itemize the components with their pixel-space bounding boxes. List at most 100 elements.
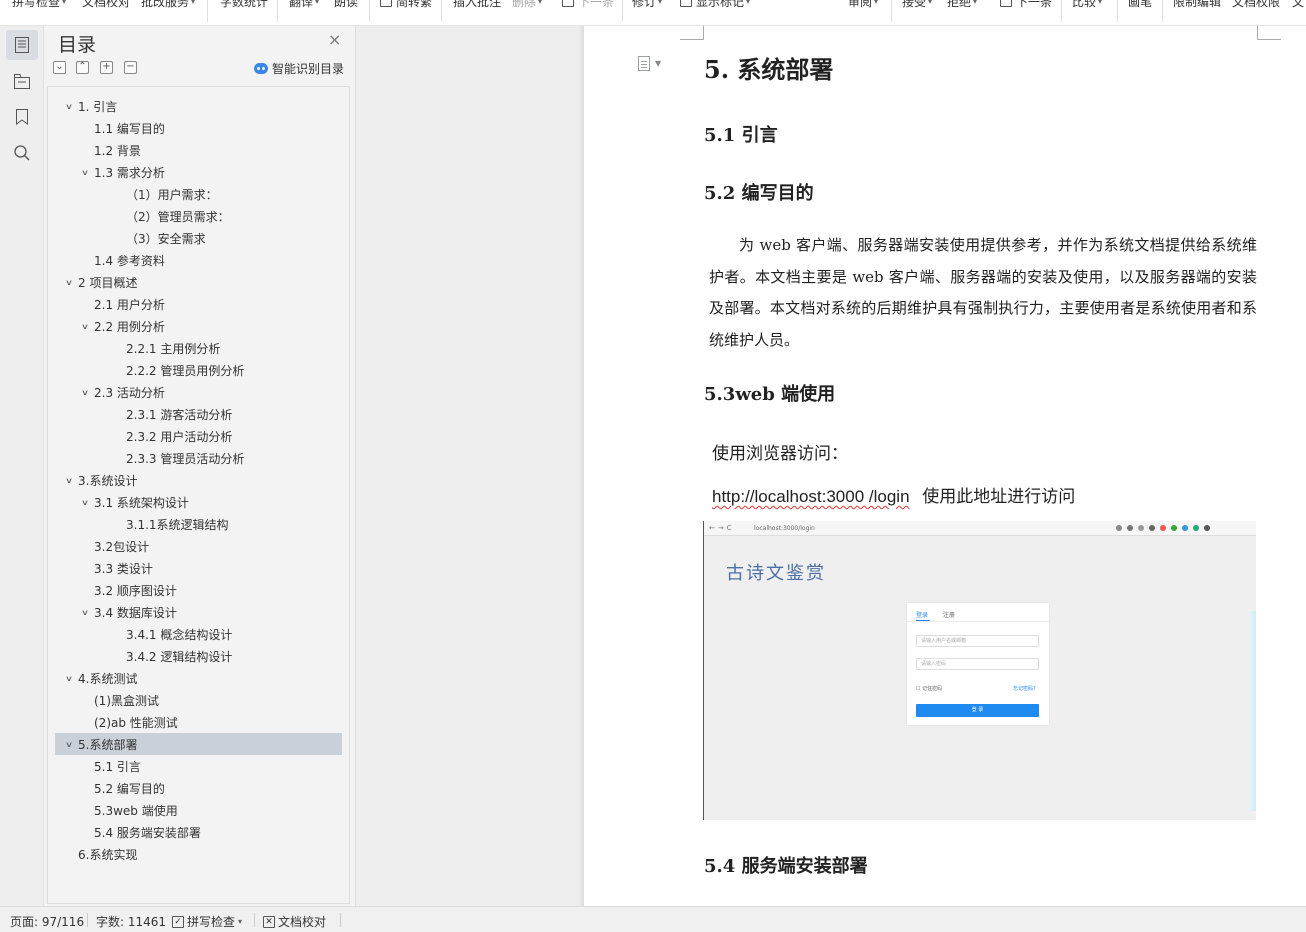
toolbar-button-7[interactable]: 插入批注 xyxy=(453,0,501,10)
toolbar-button-10[interactable]: 修订 ▾ xyxy=(632,0,662,10)
paragraph-menu-icon[interactable] xyxy=(638,56,650,71)
toc-item[interactable]: 3.3 类设计 xyxy=(48,557,349,579)
toolbar-button-label: 批改服务 xyxy=(141,0,190,9)
toolbar-button-11[interactable]: 显示标记 ▾ xyxy=(680,0,750,10)
chevron-down-icon[interactable]: ∨ xyxy=(62,277,76,286)
toc-item[interactable]: ∨ 5.系统部署 xyxy=(55,733,342,755)
toc-item[interactable]: 1.2 背景 xyxy=(48,139,349,161)
toc-item[interactable]: 3.1.1系统逻辑结构 xyxy=(48,513,349,535)
toc-item[interactable]: （2）管理员需求： xyxy=(48,205,349,227)
toc-item-label: (2)ab 性能测试 xyxy=(94,715,178,730)
toc-item[interactable]: 2.3.3 管理员活动分析 xyxy=(48,447,349,469)
toolbar-divider xyxy=(1117,0,1118,22)
toc-item[interactable]: (2)ab 性能测试 xyxy=(48,711,349,733)
toc-item[interactable]: ∨ 3.1 系统架构设计 xyxy=(48,491,349,513)
chevron-down-icon[interactable]: ∨ xyxy=(62,673,76,682)
toolbar-button-label: 朗读 xyxy=(334,0,359,9)
toolbar-button-13[interactable]: 接受 ▾ xyxy=(902,0,932,10)
expand-down-icon[interactable]: ⌄ xyxy=(53,61,66,74)
document-page[interactable]: ▼ 5. 系统部署 5.1 引言 5.2 编写目的 为 web 客户端、服务器端… xyxy=(584,26,1306,906)
toc-item[interactable]: （1）用户需求： xyxy=(48,183,349,205)
chevron-down-icon[interactable]: ▼ xyxy=(655,59,661,68)
toolbar-button-label: 审阅 xyxy=(848,0,873,9)
toc-item[interactable]: 2.3.1 游客活动分析 xyxy=(48,403,349,425)
toc-item[interactable]: 3.2包设计 xyxy=(48,535,349,557)
toolbar-button-12[interactable]: 审阅 ▾ xyxy=(848,0,878,10)
search-button[interactable] xyxy=(6,138,38,168)
toolbar-button-20[interactable]: 文 xyxy=(1292,0,1304,10)
close-icon[interactable]: × xyxy=(328,32,341,48)
toolbar-button-label: 限制编辑 xyxy=(1173,0,1222,9)
toolbar-button-18[interactable]: 限制编辑 xyxy=(1173,0,1221,10)
toc-item[interactable]: 2.3.2 用户活动分析 xyxy=(48,425,349,447)
toolbar-button-0[interactable]: 拼写检查 ▾ xyxy=(12,0,66,10)
toc-panel-button[interactable] xyxy=(6,30,38,60)
chevron-down-icon[interactable]: ∨ xyxy=(62,101,76,110)
toc-item[interactable]: 2.2.2 管理员用例分析 xyxy=(48,359,349,381)
chevron-down-icon[interactable]: ∨ xyxy=(78,607,92,616)
toc-item[interactable]: （3）安全需求 xyxy=(48,227,349,249)
toolbar-button-8[interactable]: 删除 ▾ xyxy=(512,0,542,10)
chevron-down-icon: ▾ xyxy=(874,0,879,6)
toc-item[interactable]: ∨ 3.系统设计 xyxy=(48,469,349,491)
toc-item[interactable]: 5.4 服务端安装部署 xyxy=(48,821,349,843)
toc-item[interactable]: 3.2 顺序图设计 xyxy=(48,579,349,601)
toolbar-button-9[interactable]: 下一条 xyxy=(562,0,614,10)
chevron-down-icon[interactable]: ∨ xyxy=(62,739,76,748)
toolbar-button-19[interactable]: 文档权限 xyxy=(1232,0,1280,10)
toolbar-button-16[interactable]: 比较 ▾ xyxy=(1072,0,1102,10)
proofread-status[interactable]: ✕ 文档校对 xyxy=(263,913,326,930)
page-count[interactable]: 页面: 97/116 xyxy=(10,913,84,930)
toolbar-button-15[interactable]: 下一条 xyxy=(1000,0,1052,10)
tab-register: 注册 xyxy=(943,612,956,619)
toc-item-label: 3.2 顺序图设计 xyxy=(94,583,177,598)
remove-level-icon[interactable]: − xyxy=(124,61,137,74)
toc-item[interactable]: ∨ 4.系统测试 xyxy=(48,667,349,689)
search-icon xyxy=(14,145,30,161)
chevron-down-icon[interactable]: ∨ xyxy=(78,497,92,506)
toolbar-button-6[interactable]: 简转繁 xyxy=(380,0,432,10)
collapse-up-icon[interactable]: ⌃ xyxy=(76,61,89,74)
bookmark-button[interactable] xyxy=(6,102,38,132)
chapter-nav-button[interactable] xyxy=(6,66,38,96)
toc-item[interactable]: 5.2 编写目的 xyxy=(48,777,349,799)
toc-item[interactable]: 2.2.1 主用例分析 xyxy=(48,337,349,359)
toc-item-label: 3.1.1系统逻辑结构 xyxy=(126,517,229,532)
toc-item[interactable]: 1.4 参考资料 xyxy=(48,249,349,271)
toolbar-button-2[interactable]: 批改服务 ▾ xyxy=(141,0,195,10)
toc-item[interactable]: 1.1 编写目的 xyxy=(48,117,349,139)
toolbar-button-3[interactable]: 字数统计 xyxy=(220,0,268,10)
add-level-icon[interactable]: + xyxy=(100,61,113,74)
smart-toc-button[interactable]: 智能识别目录 xyxy=(254,60,344,77)
toolbar-button-label: 画笔 xyxy=(1128,0,1153,9)
toc-item[interactable]: ∨ 2.2 用例分析 xyxy=(48,315,349,337)
toc-item[interactable]: ∨ 3.4 数据库设计 xyxy=(48,601,349,623)
toc-item[interactable]: (1)黑盒测试 xyxy=(48,689,349,711)
toc-item[interactable]: ∨ 1.3 需求分析 xyxy=(48,161,349,183)
toc-item[interactable]: 5.1 引言 xyxy=(48,755,349,777)
toc-item-label: 1.4 参考资料 xyxy=(94,253,165,268)
chevron-down-icon[interactable]: ∨ xyxy=(62,475,76,484)
chevron-down-icon[interactable]: ∨ xyxy=(78,387,92,396)
toc-item[interactable]: 6.系统实现 xyxy=(48,843,349,865)
toolbar-button-4[interactable]: 翻译 ▾ xyxy=(289,0,319,10)
toc-item[interactable]: ∨ 1. 引言 xyxy=(48,95,349,117)
folder-tree-icon xyxy=(14,73,30,89)
toc-item-label: 2 项目概述 xyxy=(78,275,138,290)
word-count[interactable]: 字数: 11461 xyxy=(96,913,166,930)
toc-item[interactable]: 2.1 用户分析 xyxy=(48,293,349,315)
toolbar-button-1[interactable]: 文档校对 xyxy=(82,0,130,10)
toc-item[interactable]: 5.3web 端使用 xyxy=(48,799,349,821)
toc-item[interactable]: 3.4.2 逻辑结构设计 xyxy=(48,645,349,667)
toc-item[interactable]: 3.4.1 概念结构设计 xyxy=(48,623,349,645)
spell-check-status[interactable]: ✓ 拼写检查 ▾ xyxy=(172,913,242,930)
toolbar-button-14[interactable]: 拒绝 ▾ xyxy=(947,0,977,10)
password-field: 请输入密码 xyxy=(916,658,1039,670)
toolbar-button-17[interactable]: 画笔 xyxy=(1128,0,1152,10)
toolbar-divider xyxy=(622,0,623,22)
toc-item[interactable]: ∨ 2.3 活动分析 xyxy=(48,381,349,403)
toc-item[interactable]: ∨ 2 项目概述 xyxy=(48,271,349,293)
chevron-down-icon[interactable]: ∨ xyxy=(78,167,92,176)
chevron-down-icon[interactable]: ∨ xyxy=(78,321,92,330)
toolbar-button-5[interactable]: 朗读 xyxy=(334,0,358,10)
